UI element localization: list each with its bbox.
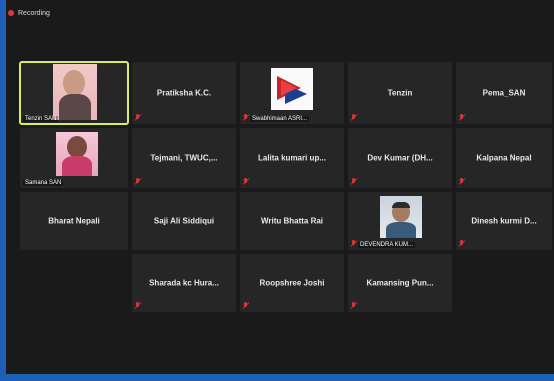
mic-muted-icon [243,178,249,185]
participant-name: Dev Kumar (DH... [367,153,433,163]
mic-muted-icon [459,240,465,247]
participant-name: Bharat Nepali [48,216,100,226]
participant-name: Pema_SAN [482,88,526,98]
gallery-grid: Tenzin SAN Pratiksha K.C. Swabhimaan ASR… [6,0,554,374]
mic-muted-icon [351,114,357,121]
participant-video [380,196,422,238]
participant-name: Dinesh kurmi D... [471,216,537,226]
participant-tile[interactable]: Bharat Nepali [20,192,128,250]
participant-video [53,64,97,120]
mic-muted-icon [459,114,465,121]
participant-tile-tenzin-san[interactable]: Tenzin SAN [19,61,129,125]
participant-name: Samana SAN [23,180,64,186]
taskbar [0,374,554,381]
participant-name: Lalita kumari up... [257,153,326,163]
participant-name: Roopshree Joshi [259,278,325,288]
participant-name: Saji Ali Siddiqui [153,216,215,226]
participant-tile[interactable]: Pratiksha K.C. [132,62,236,124]
participant-tile[interactable]: Tenzin [348,62,452,124]
participant-tile[interactable]: Kalpana Nepal [456,128,552,188]
participant-tile[interactable]: Dinesh kurmi D... [456,192,552,250]
mic-muted-icon [243,114,249,121]
participant-tile[interactable]: Saji Ali Siddiqui [132,192,236,250]
participant-tile[interactable]: Writu Bhatta Rai [240,192,344,250]
participant-tile[interactable]: Roopshree Joshi [240,254,344,312]
participant-tile[interactable]: Sharada kc Hura... [132,254,236,312]
participant-name: Kalpana Nepal [476,153,532,163]
participant-tile[interactable]: Dev Kumar (DH... [348,128,452,188]
participant-video [56,132,98,176]
participant-tile[interactable]: Pema_SAN [456,62,552,124]
mic-muted-icon [351,178,357,185]
mic-muted-icon [351,302,357,309]
participant-name: DEVENDRA KUM... [358,242,416,248]
mic-muted-icon [351,240,357,247]
participant-name: Kamansing Pun... [366,278,434,288]
participant-name: Swabhimaan ASRI... [250,116,310,122]
mic-muted-icon [459,178,465,185]
mic-muted-icon [135,178,141,185]
participant-name: Pratiksha K.C. [156,88,212,98]
org-logo [271,68,313,110]
mic-muted-icon [243,302,249,309]
participant-tile[interactable]: DEVENDRA KUM... [348,192,452,250]
participant-name: Tenzin SAN [23,116,59,122]
participant-tile[interactable]: Lalita kumari up... [240,128,344,188]
participant-name: Tejmani, TWUC,... [150,153,218,163]
participant-name: Tenzin [387,88,413,98]
participant-name: Sharada kc Hura... [149,278,219,288]
participant-tile[interactable]: Kamansing Pun... [348,254,452,312]
participant-tile[interactable]: Samana SAN [20,128,128,188]
participant-tile[interactable]: Swabhimaan ASRI... [240,62,344,124]
participant-name: Writu Bhatta Rai [260,216,324,226]
mic-muted-icon [135,114,141,121]
participant-tile[interactable]: Tejmani, TWUC,... [132,128,236,188]
meeting-window: Recording Tenzin SAN Pratiksha K.C. Swab… [6,0,554,374]
mic-muted-icon [135,302,141,309]
